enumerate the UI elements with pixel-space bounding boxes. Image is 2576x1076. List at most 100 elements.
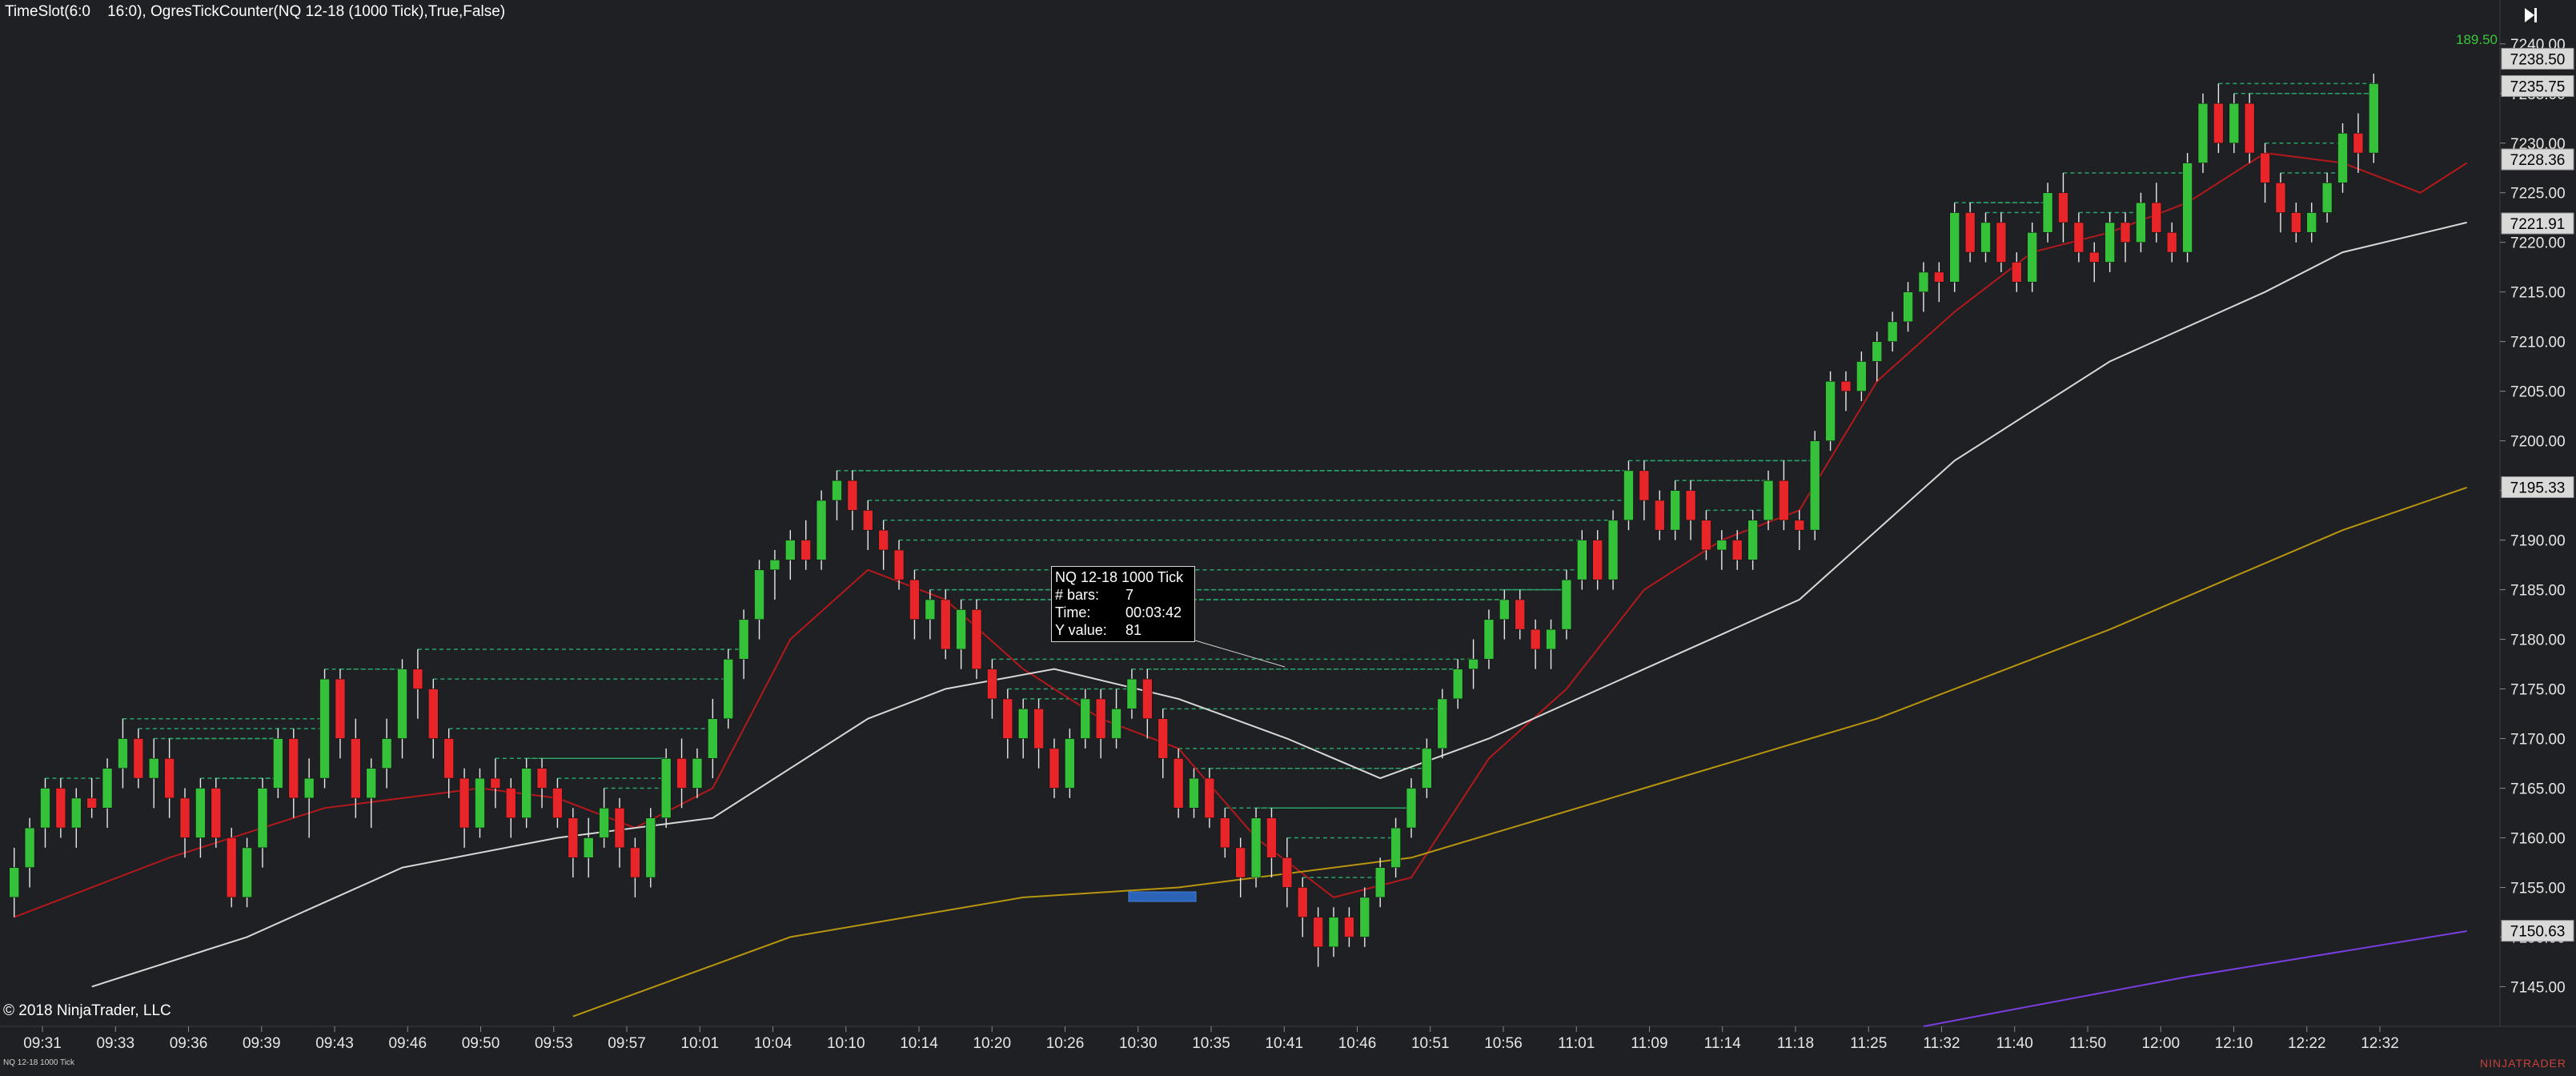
candle[interactable] (2260, 152, 2270, 183)
candle[interactable] (40, 788, 50, 829)
candle[interactable] (273, 738, 283, 789)
candle[interactable] (2058, 192, 2068, 223)
candle[interactable] (195, 788, 206, 838)
candle[interactable] (86, 797, 97, 809)
candle[interactable] (1158, 718, 1169, 759)
candle[interactable] (1468, 659, 1479, 670)
candle[interactable] (148, 758, 159, 779)
candle[interactable] (226, 837, 237, 898)
candle[interactable] (1576, 540, 1587, 580)
candle[interactable] (1126, 678, 1138, 709)
candle[interactable] (2151, 202, 2162, 233)
candle[interactable] (1111, 709, 1121, 739)
candle[interactable] (552, 788, 563, 818)
candle[interactable] (1546, 628, 1556, 650)
candle[interactable] (319, 678, 330, 779)
candle[interactable] (2088, 251, 2100, 263)
candle[interactable] (1374, 867, 1386, 898)
candle[interactable] (1204, 777, 1215, 818)
candle[interactable] (2353, 133, 2364, 154)
candle[interactable] (1809, 440, 1820, 531)
candle[interactable] (288, 738, 299, 799)
candle[interactable] (1856, 361, 1867, 391)
candle[interactable] (1701, 520, 1711, 551)
candle[interactable] (1639, 470, 1650, 501)
candle[interactable] (1313, 917, 1323, 948)
candle[interactable] (1390, 827, 1401, 868)
candle[interactable] (1918, 271, 1929, 292)
candle[interactable] (1623, 470, 1634, 521)
candle[interactable] (102, 768, 113, 809)
candle[interactable] (1049, 748, 1060, 789)
candle[interactable] (9, 867, 20, 898)
candle[interactable] (1017, 709, 1029, 739)
candle[interactable] (303, 777, 315, 799)
candle[interactable] (971, 609, 982, 670)
candle[interactable] (2042, 192, 2053, 233)
highlight-zone[interactable] (1128, 891, 1197, 902)
candle[interactable] (351, 738, 361, 799)
candle[interactable] (2011, 262, 2022, 283)
candle[interactable] (257, 788, 268, 849)
candle[interactable] (443, 738, 454, 779)
candle[interactable] (2073, 222, 2084, 253)
candle[interactable] (784, 540, 796, 560)
candle[interactable] (1747, 520, 1758, 560)
candle[interactable] (568, 817, 579, 858)
candle[interactable] (2136, 202, 2146, 243)
candle[interactable] (1002, 698, 1013, 739)
candle[interactable] (1716, 540, 1727, 551)
candle[interactable] (1344, 917, 1354, 937)
price-chart[interactable]: 7145.007150.007155.007160.007165.007170.… (0, 0, 2576, 1072)
candle[interactable] (1328, 917, 1339, 948)
candle[interactable] (660, 758, 672, 818)
candle[interactable] (1452, 668, 1463, 700)
candle[interactable] (242, 847, 252, 898)
candle[interactable] (909, 579, 920, 620)
candle[interactable] (55, 788, 66, 829)
candle[interactable] (397, 668, 407, 739)
candle[interactable] (1515, 599, 1526, 630)
candle[interactable] (1406, 788, 1417, 829)
candle[interactable] (521, 768, 532, 818)
candle[interactable] (1250, 817, 1262, 878)
candle[interactable] (676, 758, 687, 789)
candle[interactable] (878, 529, 889, 551)
candle[interactable] (1825, 380, 1836, 441)
candle[interactable] (614, 807, 625, 849)
candle[interactable] (1095, 698, 1106, 739)
candle[interactable] (862, 510, 873, 531)
candle[interactable] (1763, 480, 1774, 521)
candle[interactable] (1499, 599, 1510, 620)
candle[interactable] (754, 569, 764, 620)
candle[interactable] (164, 758, 175, 799)
candle[interactable] (1033, 709, 1044, 749)
candle[interactable] (505, 788, 516, 818)
candle[interactable] (211, 788, 222, 838)
candle[interactable] (2166, 232, 2177, 253)
candle[interactable] (925, 599, 936, 620)
candle[interactable] (536, 768, 548, 789)
candle[interactable] (1996, 222, 2007, 263)
candle[interactable] (2213, 102, 2224, 144)
candle[interactable] (1235, 847, 1246, 878)
candle[interactable] (1964, 212, 1976, 253)
candle[interactable] (1779, 480, 1789, 521)
candle[interactable] (708, 718, 718, 759)
candle[interactable] (1592, 540, 1603, 580)
candle[interactable] (2182, 163, 2193, 253)
candle[interactable] (2306, 212, 2317, 233)
chart[interactable]: 7145.007150.007155.007160.007165.007170.… (0, 0, 2576, 1072)
candle[interactable] (2321, 183, 2333, 213)
candle[interactable] (24, 827, 35, 868)
candle[interactable] (956, 609, 966, 650)
candle[interactable] (179, 797, 191, 838)
candle[interactable] (1731, 540, 1743, 560)
candle[interactable] (1934, 271, 1944, 283)
candle[interactable] (2337, 133, 2348, 183)
candle[interactable] (1189, 777, 1199, 809)
candle[interactable] (2368, 83, 2379, 154)
candle[interactable] (1980, 222, 1991, 253)
candle[interactable] (847, 480, 858, 511)
candle[interactable] (381, 738, 392, 769)
